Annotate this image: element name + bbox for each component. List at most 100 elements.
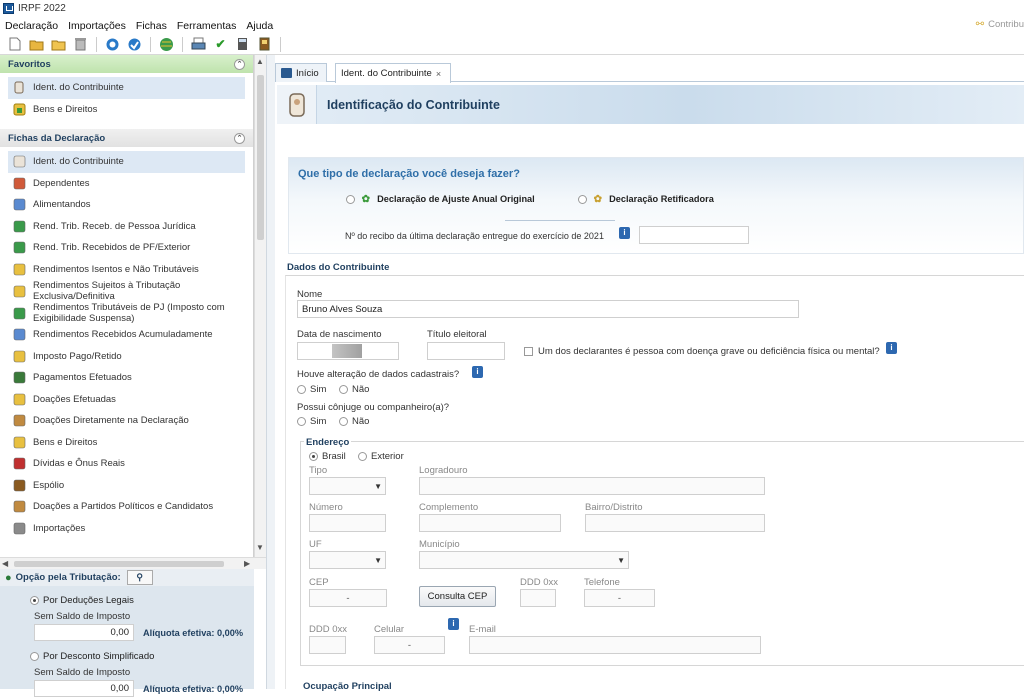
ficha-item[interactable]: Alimentandos [8,194,253,216]
conjuge-sim-radio[interactable] [297,416,306,426]
alteracao-sim[interactable]: Sim [297,384,326,395]
tab-inicio[interactable]: Início [275,63,327,82]
ficha-item[interactable]: Ident. do Contribuinte [8,151,245,173]
receive-icon[interactable] [127,37,142,52]
conjuge-sim[interactable]: Sim [297,416,326,427]
toolbar-separator [182,36,183,52]
option-original[interactable]: ✿ Declaração de Ajuste Anual Original [346,194,535,205]
numero-input[interactable] [309,514,386,532]
ficha-item[interactable]: Dívidas e Ônus Reais [8,453,253,475]
sidebar-horizontal-scrollbar[interactable]: ◀ ▶ [0,557,266,569]
scroll-right-icon[interactable]: ▶ [244,559,250,568]
trash-icon[interactable] [73,37,88,52]
scroll-down-icon[interactable]: ▼ [256,543,264,552]
tipo-select[interactable]: ▼ [309,477,386,495]
info-icon[interactable]: i [448,618,459,630]
nome-input[interactable]: Bruno Alves Souza [297,300,799,318]
folder-icon[interactable] [51,37,66,52]
original-radio[interactable] [346,195,355,205]
menu-declaracao[interactable]: Declaração [5,20,58,32]
sidebar-vertical-scrollbar[interactable]: ▲ ▼ [254,55,266,560]
ddd2-input[interactable] [309,636,346,654]
ficha-item[interactable]: Rend. Trib. Recebidos de PF/Exterior [8,237,253,259]
complemento-input[interactable] [419,514,561,532]
bairro-input[interactable] [585,514,765,532]
favorito-ident-contribuinte[interactable]: Ident. do Contribuinte [8,77,245,99]
panel-splitter[interactable] [266,55,275,689]
globe-icon[interactable] [159,37,174,52]
municipio-select[interactable]: ▼ [419,551,629,569]
simplificado-radio[interactable] [30,651,39,661]
calculator-icon[interactable] [235,37,250,52]
doenca-checkbox[interactable] [524,346,533,356]
exterior-radio[interactable] [358,451,367,461]
contribuinte-indicator[interactable]: ⚯ Contribu [976,19,1024,30]
email-input[interactable] [469,636,761,654]
scroll-left-icon[interactable]: ◀ [2,559,8,568]
scroll-up-icon[interactable]: ▲ [256,57,264,66]
fichas-header[interactable]: Fichas da Declaração ⌃ [0,129,253,147]
menu-ferramentas[interactable]: Ferramentas [177,20,237,32]
cep-input[interactable]: - [309,589,387,607]
celular-input[interactable]: - [374,636,445,654]
doenca-option[interactable]: Um dos declarantes é pessoa com doença g… [524,346,880,357]
ficha-item[interactable]: Rend. Trib. Receb. de Pessoa Jurídica [8,216,253,238]
logradouro-input[interactable] [419,477,765,495]
hscroll-thumb[interactable] [14,561,224,567]
exterior-option[interactable]: Exterior [358,451,404,462]
menu-importacoes[interactable]: Importações [68,20,126,32]
alteracao-nao[interactable]: Não [339,384,369,395]
open-folder-icon[interactable] [29,37,44,52]
menu-ajuda[interactable]: Ajuda [246,20,273,32]
ficha-item[interactable]: Doações a Partidos Políticos e Candidato… [8,496,253,518]
print-icon[interactable] [191,37,206,52]
alteracao-sim-radio[interactable] [297,384,306,394]
deducoes-legais-option[interactable]: Por Deduções Legais [30,595,134,606]
favorito-bens-direitos[interactable]: Bens e Direitos [8,99,253,121]
option-retificadora[interactable]: ✿ Declaração Retificadora [578,194,714,205]
ficha-item[interactable]: Rendimentos Isentos e Não Tributáveis [8,259,253,281]
ficha-item[interactable]: Espólio [8,475,253,497]
ficha-item[interactable]: Importações [8,518,253,540]
favoritos-header[interactable]: Favoritos ⌃ [0,55,253,73]
ddd1-input[interactable] [520,589,556,607]
ficha-item[interactable]: Rendimentos Sujeitos à Tributação Exclus… [8,280,253,302]
telefone-input[interactable]: - [584,589,655,607]
brasil-option[interactable]: Brasil [309,451,346,462]
scroll-thumb[interactable] [257,75,264,240]
check-icon[interactable]: ✔ [213,37,228,52]
conjuge-nao-radio[interactable] [339,416,348,426]
recibo-input[interactable] [639,226,749,244]
book-icon[interactable] [257,37,272,52]
deducoes-radio[interactable] [30,595,39,605]
transmit-icon[interactable] [105,37,120,52]
ficha-item[interactable]: Bens e Direitos [8,432,253,454]
info-icon[interactable]: i [472,366,483,378]
search-icon[interactable]: ⚲ [126,570,153,585]
ficha-item[interactable]: Dependentes [8,173,253,195]
brasil-radio[interactable] [309,451,318,461]
menu-fichas[interactable]: Fichas [136,20,167,32]
ficha-item[interactable]: Rendimentos Recebidos Acumuladamente [8,324,253,346]
alteracao-nao-radio[interactable] [339,384,348,394]
info-icon[interactable]: i [619,227,630,239]
titulo-input[interactable] [427,342,505,360]
close-icon[interactable]: × [436,69,441,79]
ficha-item[interactable]: Rendimentos Tributáveis de PJ (Imposto c… [8,302,253,324]
conjuge-nao[interactable]: Não [339,416,369,427]
chevron-up-icon[interactable]: ⌃ [234,132,245,144]
desconto-simplificado-option[interactable]: Por Desconto Simplificado [30,651,154,662]
ficha-item[interactable]: Doações Efetuadas [8,389,253,411]
nascimento-input[interactable] [297,342,399,360]
retificadora-radio[interactable] [578,195,587,205]
uf-select[interactable]: ▼ [309,551,386,569]
consulta-cep-button[interactable]: Consulta CEP [419,586,496,607]
tab-ident-contribuinte[interactable]: Ident. do Contribuinte × [335,63,451,83]
new-doc-icon[interactable] [7,37,22,52]
ficha-item[interactable]: Imposto Pago/Retido [8,346,253,368]
numero-label: Número [309,502,343,513]
ficha-item[interactable]: Pagamentos Efetuados [8,367,253,389]
ficha-item[interactable]: Doações Diretamente na Declaração [8,410,253,432]
chevron-up-icon[interactable]: ⌃ [234,58,245,70]
info-icon[interactable]: i [886,342,897,354]
